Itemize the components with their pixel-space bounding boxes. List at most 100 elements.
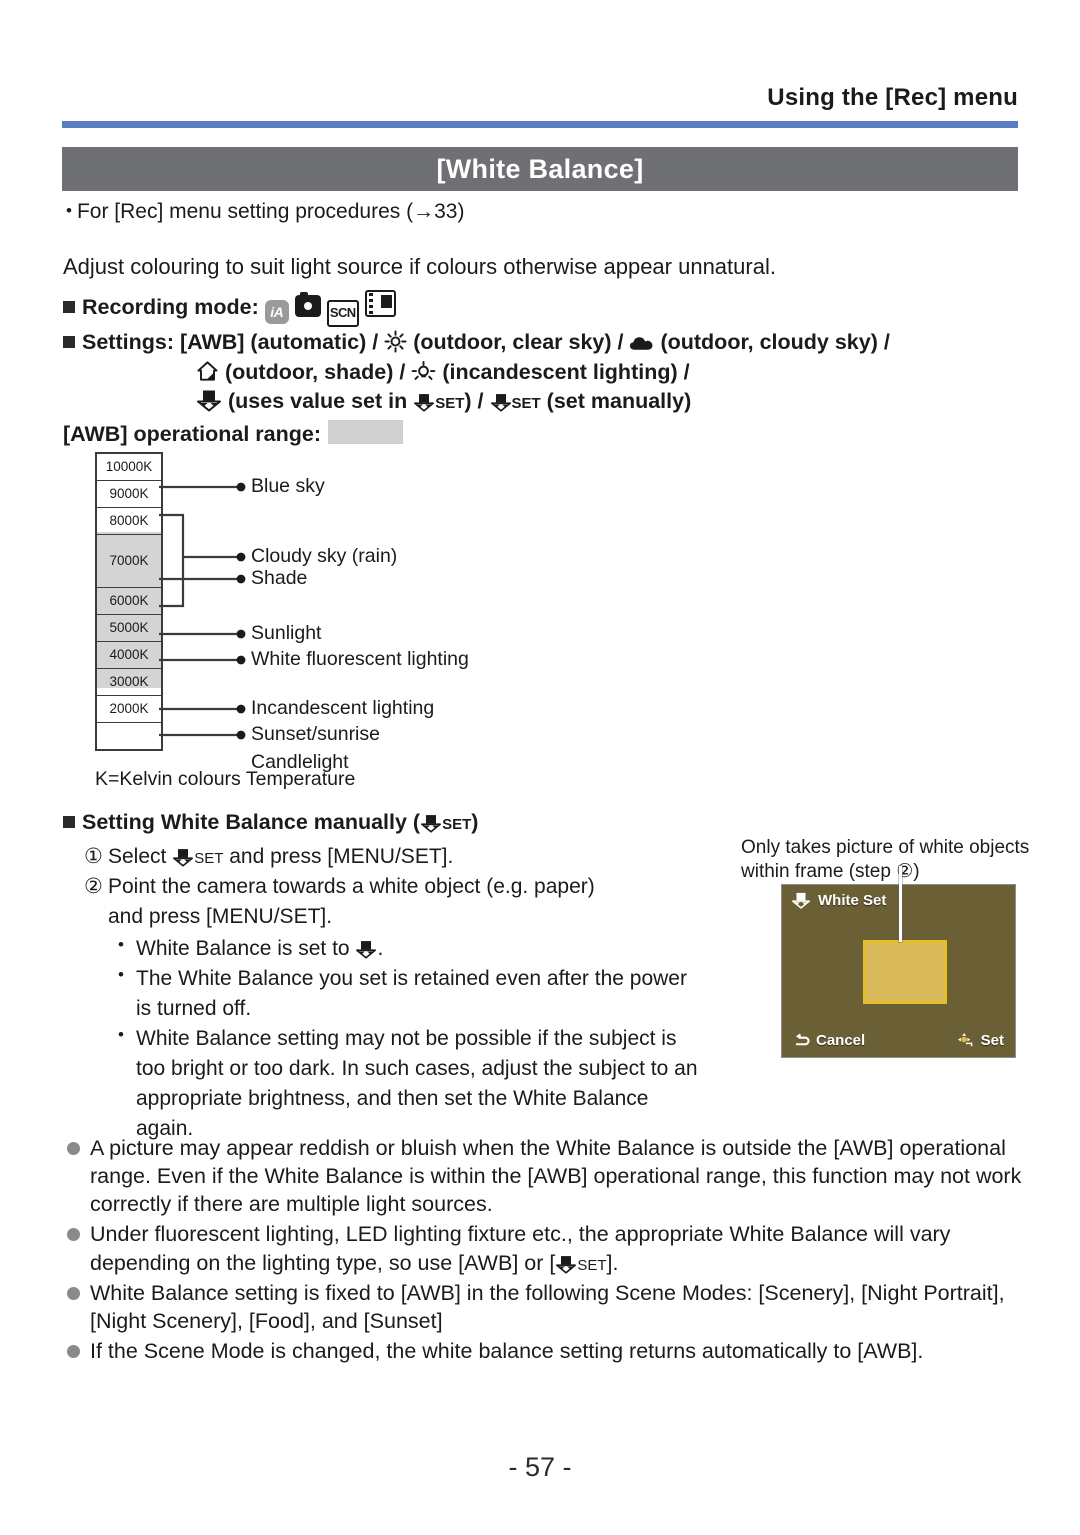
- note-item: Under fluorescent lighting, LED lighting…: [66, 1220, 1026, 1276]
- white-set-icon: [356, 941, 377, 959]
- step-2-text-a: Point the camera towards a white object …: [108, 875, 595, 899]
- settings-uses-value-text: (uses value set in: [227, 389, 408, 414]
- settings-line3-sep: ) /: [464, 389, 484, 414]
- running-head: Using the [Rec] menu: [767, 84, 1018, 111]
- tick-label: 10000K: [105, 459, 153, 474]
- callout-label: Cloudy sky (rain): [251, 545, 398, 567]
- header-rule: [62, 121, 1018, 128]
- note-2-tail: ].: [606, 1250, 619, 1275]
- awb-range-swatch: [328, 420, 404, 444]
- awb-range-heading: [AWB] operational range:: [63, 420, 404, 447]
- camera-icon: [294, 292, 321, 317]
- manual-steps: ① Select SET and press [MENU/SET]. ② Point…: [84, 842, 704, 1144]
- set-suffix: SET: [442, 816, 472, 833]
- procedure-note: • For [Rec] menu setting procedures (→33): [66, 200, 464, 224]
- set-suffix: SET: [577, 1256, 607, 1274]
- set-suffix: SET: [194, 850, 224, 867]
- tick-label: 9000K: [109, 486, 149, 501]
- step-1-text-a: Select: [108, 845, 167, 868]
- manual-step-2: ② Point the camera towards a white object…: [84, 872, 704, 1144]
- white-set-icon: [421, 815, 442, 833]
- incandescent-bulb-icon: [411, 360, 436, 380]
- note-item: A picture may appear reddish or bluish w…: [66, 1134, 1026, 1218]
- settings-label: Settings:: [82, 330, 174, 354]
- manual-substeps: White Balance is set to . The White Bala…: [84, 933, 704, 1144]
- white-set-status: White Set: [791, 891, 886, 909]
- white-set-icon: [556, 1255, 577, 1274]
- step-2-text-b: and press [MENU/SET].: [108, 905, 333, 929]
- step-number: ②: [84, 875, 103, 899]
- note-item: White Balance setting is fixed to [AWB] …: [66, 1279, 1026, 1335]
- tick-label: 8000K: [109, 513, 149, 528]
- tick-label: 3000K: [109, 674, 149, 689]
- cloud-cloudy-sky-icon: [630, 337, 653, 350]
- set-suffix: SET: [435, 395, 465, 413]
- manual-page: Using the [Rec] menu [White Balance] • Fo…: [0, 0, 1080, 1535]
- settings-line3: (uses value set in SET) / SET (set manua…: [63, 387, 1053, 417]
- white-set-icon: [414, 394, 435, 412]
- manual-heading-close: ): [471, 810, 479, 834]
- recording-mode-line: Recording mode: iA SCN: [63, 290, 396, 327]
- settings-set-manually-text: (set manually): [546, 389, 692, 414]
- settings-block: Settings: [AWB] (automatic) / (outdoor, …: [63, 328, 1053, 417]
- white-set-label: White Set: [818, 891, 887, 909]
- settings-incandescent-text: (incandescent lighting) /: [442, 359, 690, 384]
- manual-setting-heading: Setting White Balance manually ( SET): [63, 810, 478, 835]
- scn-icon: SCN: [326, 300, 359, 327]
- substep-1-text-b: .: [377, 937, 384, 961]
- set-button[interactable]: Set: [957, 1032, 1004, 1049]
- tick-label: 4000K: [109, 647, 149, 662]
- callout-label: Blue sky: [251, 475, 325, 497]
- settings-clear-sky-text: (outdoor, clear sky) /: [413, 330, 624, 354]
- manual-step-1: ① Select SET and press [MENU/SET].: [84, 842, 704, 872]
- set-suffix: SET: [511, 395, 541, 413]
- substep-1-text-a: White Balance is set to: [136, 937, 350, 961]
- settings-shade-text: (outdoor, shade) /: [224, 359, 406, 384]
- white-set-icon: [792, 892, 810, 909]
- white-set-icon: [173, 849, 194, 867]
- kelvin-caption: K=Kelvin colours Temperature: [95, 768, 356, 790]
- figure-leader-line: [899, 866, 902, 942]
- cancel-button[interactable]: Cancel: [793, 1032, 865, 1049]
- ia-icon: iA: [264, 300, 289, 324]
- lead-paragraph: Adjust colouring to suit light source if…: [63, 254, 776, 279]
- notes-list: A picture may appear reddish or bluish w…: [66, 1134, 1026, 1367]
- procedure-note-text: For [Rec] menu setting procedures (→33): [76, 200, 465, 223]
- tick-label: 6000K: [109, 593, 149, 608]
- cursor-set-icon: [957, 1032, 973, 1046]
- recording-mode-label: Recording mode:: [82, 295, 259, 319]
- tick-label: 2000K: [109, 701, 149, 716]
- house-shade-icon: [197, 361, 218, 381]
- settings-awb-text: [AWB] (automatic) /: [179, 330, 379, 354]
- set-label: Set: [980, 1031, 1004, 1049]
- square-bullet-icon: [63, 816, 75, 828]
- tick-label: 7000K: [109, 553, 149, 568]
- sun-clear-sky-icon: [384, 330, 407, 353]
- step-1-text-b: and press [MENU/SET].: [229, 845, 454, 868]
- page-title-bar: [White Balance]: [62, 147, 1018, 191]
- white-set-icon: [490, 394, 511, 412]
- manual-substep: White Balance is set to .: [116, 933, 704, 964]
- manual-substep: White Balance setting may not be possibl…: [116, 1023, 704, 1144]
- screen-bottom-bar: Cancel Set: [782, 1029, 1015, 1051]
- square-bullet-icon: [63, 336, 75, 348]
- settings-cloudy-sky-text: (outdoor, cloudy sky) /: [660, 330, 890, 354]
- page-number: - 57 -: [508, 1452, 572, 1482]
- kelvin-scale-chart: 10000K 9000K 8000K 7000K 6000K 5000K 400…: [95, 452, 469, 773]
- manual-heading-text: Setting White Balance manually (: [82, 810, 421, 834]
- square-bullet-icon: [63, 301, 75, 313]
- callout-label: White fluorescent lighting: [251, 648, 469, 670]
- step-number: ①: [84, 845, 103, 868]
- white-target-frame: [863, 940, 947, 1004]
- white-set-icon: [197, 390, 221, 412]
- manual-substep: The White Balance you set is retained ev…: [116, 963, 704, 1024]
- awb-range-label: [AWB] operational range:: [63, 422, 322, 446]
- note-2-text: Under fluorescent lighting, LED lighting…: [90, 1222, 951, 1275]
- bullet-dot: •: [66, 201, 72, 220]
- figure-caption: Only takes picture of white objects with…: [741, 837, 1030, 882]
- note-item: If the Scene Mode is changed, the white …: [66, 1337, 1026, 1365]
- movie-icon: [364, 290, 396, 317]
- back-arrow-icon: [795, 1033, 810, 1045]
- callout-label: Sunlight: [251, 622, 322, 644]
- settings-line2: (outdoor, shade) / (incandescent lightin…: [63, 358, 1053, 388]
